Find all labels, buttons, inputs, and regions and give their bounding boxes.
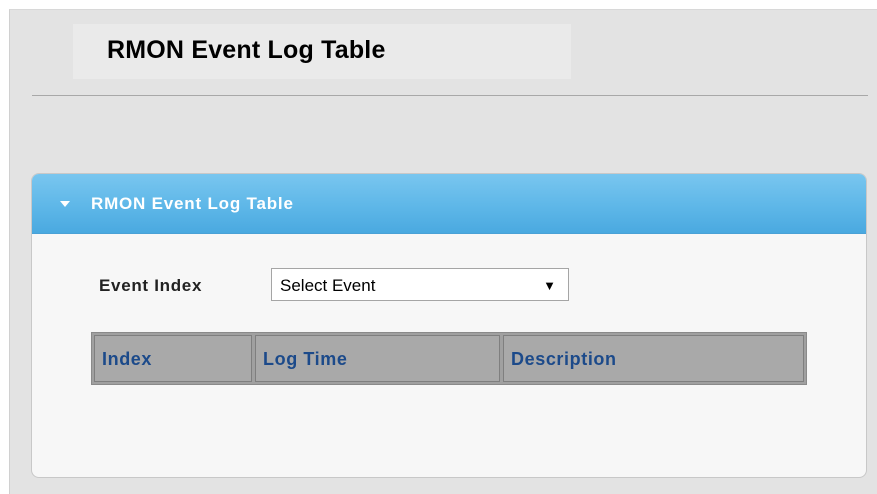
triangle-down-icon[interactable] (60, 201, 70, 207)
panel-header[interactable]: RMON Event Log Table (32, 174, 866, 234)
page-title: RMON Event Log Table (107, 36, 386, 64)
caret-down-icon[interactable]: ▼ (543, 276, 556, 296)
event-index-label: Event Index (99, 276, 203, 295)
event-log-panel: RMON Event Log Table Event Index Select … (31, 173, 867, 478)
table-header-label: Log Time (263, 349, 348, 369)
title-divider (32, 95, 868, 96)
event-log-table: Index Log Time Description (91, 332, 807, 385)
table-header-label: Index (102, 349, 153, 369)
event-index-selected-value: Select Event (280, 276, 376, 295)
table-header-index: Index (94, 335, 252, 382)
table-header-label: Description (511, 349, 617, 369)
table-header-log-time: Log Time (255, 335, 500, 382)
table-header-description: Description (503, 335, 804, 382)
event-index-select[interactable]: Select Event ▼ (271, 268, 569, 301)
page-background: RMON Event Log Table RMON Event Log Tabl… (9, 9, 877, 494)
panel-title: RMON Event Log Table (91, 194, 294, 213)
